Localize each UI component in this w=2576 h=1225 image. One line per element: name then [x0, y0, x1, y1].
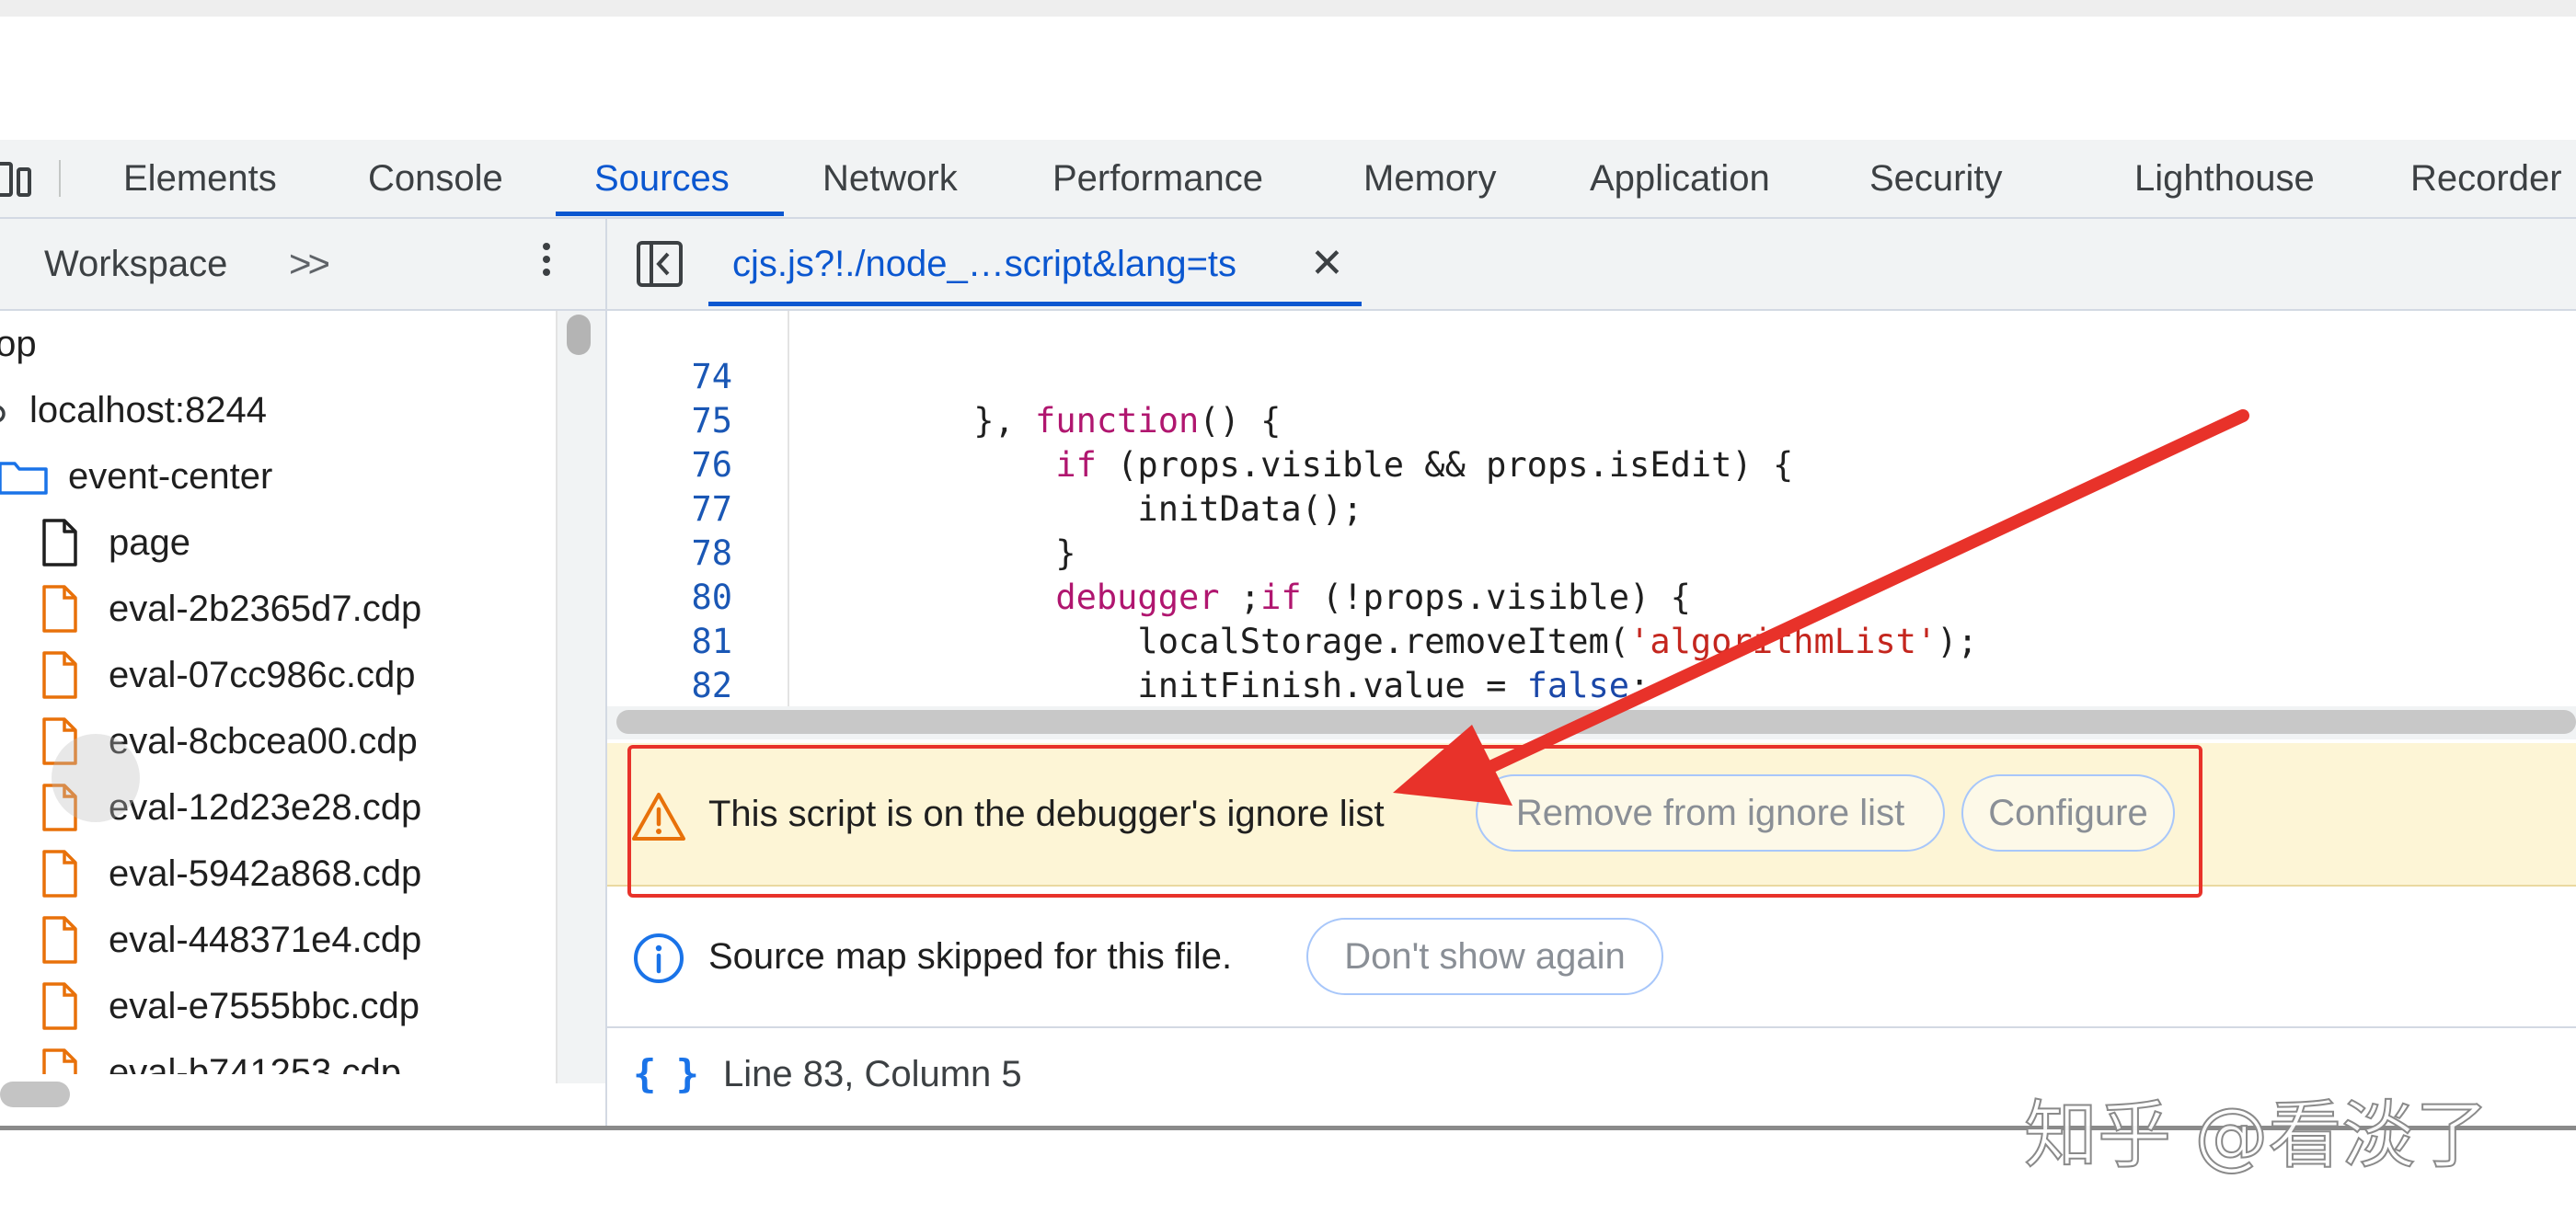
code-line: 80 localStorage.removeItem('algorithmLis… [607, 532, 1977, 661]
code-line: 82 } [607, 620, 771, 705]
tab-performance[interactable]: Performance [1052, 140, 1263, 217]
code-line: 81 initFinish.value = false; [607, 576, 1650, 705]
tab-console[interactable]: Console [368, 140, 503, 217]
toggle-navigator-icon[interactable] [635, 239, 684, 289]
window-top-strip [0, 0, 2576, 17]
sources-toolbar: Workspace >> cjs.js?!./node_…script&lang… [0, 219, 2576, 311]
code-text: localStorage.removeItem('algorithmList')… [810, 622, 1978, 661]
code-line: 74 }, function() { [607, 311, 1281, 441]
tree-item-label: eval-12d23e28.cdp [109, 787, 422, 828]
tree-item-label: localhost:8244 [29, 390, 267, 430]
script-file-icon [42, 1048, 77, 1074]
tree-item-label: eval-b741253.cdp [109, 1052, 402, 1074]
tree-item-label: event-center [68, 456, 273, 497]
source-map-message: Source map skipped for this file. [708, 936, 1233, 977]
dont-show-again-button[interactable]: Don't show again [1306, 918, 1663, 995]
touch-indicator [52, 734, 140, 822]
script-file-icon [42, 651, 77, 699]
code-line: 76 initData(); [607, 399, 1363, 529]
tree-item-label: eval-07cc986c.cdp [109, 655, 416, 695]
code-text: if (props.visible && props.isEdit) { [1055, 445, 1794, 485]
open-file-tab[interactable]: cjs.js?!./node_…script&lang=ts [732, 219, 1236, 309]
cloud-icon [0, 406, 6, 422]
script-file-icon [42, 585, 77, 633]
tab-memory[interactable]: Memory [1363, 140, 1496, 217]
tab-elements[interactable]: Elements [123, 140, 277, 217]
tab-security[interactable]: Security [1869, 140, 2003, 217]
code-text: initData(); [810, 489, 1363, 529]
tab-recorder[interactable]: Recorder [2410, 140, 2562, 217]
code-line: 83 }); [607, 664, 771, 706]
code-text: initFinish.value = false; [810, 666, 1650, 705]
tree-item-label: page [109, 522, 190, 563]
active-tab-indicator [556, 212, 784, 216]
tree-item-label: eval-8cbcea00.cdp [109, 721, 418, 761]
tree-item-label: eval-e7555bbc.cdp [109, 986, 420, 1026]
editor-hscroll-thumb[interactable] [616, 710, 2576, 734]
tree-item-label: eval-2b2365d7.cdp [109, 589, 422, 629]
source-map-infobar: Source map skipped for this file. Don't … [607, 887, 2576, 1028]
code-line: 78 debugger ;if (!props.visible) { [607, 487, 1690, 617]
device-toolbar-icon[interactable] [0, 153, 37, 206]
close-tab-icon[interactable]: ✕ [1310, 219, 1344, 309]
info-icon [634, 933, 684, 983]
navigator-tab-strip: Workspace >> [0, 219, 607, 309]
script-file-icon [42, 850, 77, 898]
code-text: debugger ;if (!props.visible) { [1055, 578, 1691, 617]
watermark-text: 知乎 @看淡了 [2023, 1092, 2490, 1179]
navigator-scrollbar[interactable] [556, 311, 605, 1083]
tab-sources[interactable]: Sources [594, 140, 730, 217]
file-navigator: top localhost:8244 event-center page [0, 311, 607, 1126]
folder-icon [0, 462, 48, 495]
tab-workspace[interactable]: Workspace [44, 219, 227, 309]
code-line: 77 } [607, 443, 1075, 573]
devtools-tab-bar: Elements Console Sources Network Perform… [0, 140, 2576, 219]
script-file-icon [42, 982, 77, 1030]
more-tabs-button[interactable]: >> [289, 219, 330, 309]
tab-application[interactable]: Application [1590, 140, 1770, 217]
navigator-scroll-thumb[interactable] [567, 315, 591, 355]
tab-lighthouse[interactable]: Lighthouse [2134, 140, 2315, 217]
tree-item-label: eval-5942a868.cdp [109, 853, 422, 894]
kebab-menu-icon[interactable] [537, 243, 556, 287]
tab-network[interactable]: Network [822, 140, 958, 217]
navigator-hscroll-thumb[interactable] [0, 1082, 70, 1107]
tree-item-label: eval-448371e4.cdp [109, 920, 422, 960]
document-icon [42, 519, 77, 567]
code-text: }, function() { [810, 401, 1282, 441]
cursor-position: Line 83, Column 5 [723, 1054, 1022, 1094]
source-editor: 74 }, function() { 75 if (props.visible … [607, 311, 2576, 1126]
code-text: } [810, 533, 1076, 573]
pretty-print-icon[interactable]: { } [633, 1028, 699, 1120]
code-line: 75 if (props.visible && props.isEdit) { [607, 355, 1793, 485]
script-file-icon [42, 916, 77, 964]
file-tree: top localhost:8244 event-center page [0, 311, 552, 1074]
annotation-highlight-box [627, 745, 2202, 898]
active-file-indicator [708, 302, 1362, 306]
tree-item-label: top [0, 324, 37, 364]
code-area[interactable]: 74 }, function() { 75 if (props.visible … [607, 311, 2576, 706]
devtools-panel: Elements Console Sources Network Perform… [0, 140, 2576, 1126]
tab-bar-separator [59, 160, 61, 197]
